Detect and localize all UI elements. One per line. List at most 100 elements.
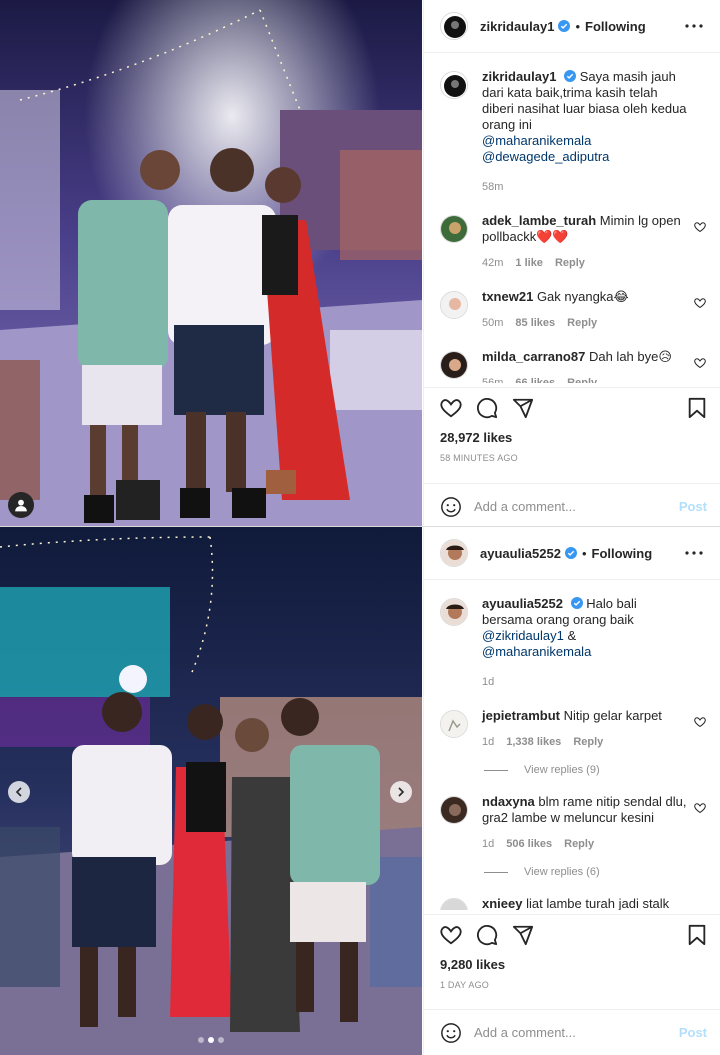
comment: adek_lambe_turah Mimin lg open pollbackk… (440, 213, 706, 271)
comment-body: txnew21 Gak nyangka😂 50m 85 likes Reply (482, 289, 706, 331)
like-comment-heart-icon[interactable] (694, 357, 706, 369)
reply-button[interactable]: Reply (567, 315, 597, 331)
save-bookmark-icon[interactable] (687, 924, 707, 946)
comment-username[interactable]: xnieey (482, 896, 522, 910)
reply-button[interactable]: Reply (573, 734, 603, 750)
add-comment-input[interactable] (474, 1025, 679, 1040)
caption-time[interactable]: 1d (482, 674, 494, 690)
avatar[interactable] (440, 710, 468, 738)
avatar[interactable] (440, 12, 468, 40)
post-2-photo[interactable] (0, 527, 422, 1055)
comment-likes[interactable]: 506 likes (506, 836, 552, 852)
like-comment-heart-icon[interactable] (694, 716, 706, 728)
comment-username[interactable]: ndaxyna (482, 794, 535, 809)
save-bookmark-icon[interactable] (687, 397, 707, 419)
comment-likes[interactable]: 66 likes (515, 375, 555, 383)
post-comment-button[interactable]: Post (679, 499, 707, 514)
comment-username[interactable]: jepietrambut (482, 708, 560, 723)
comment-text: Gak nyangka (536, 289, 614, 304)
view-replies-button[interactable]: View replies (6) (484, 866, 706, 878)
next-photo-button[interactable] (390, 781, 412, 803)
chevron-right-icon (398, 787, 405, 797)
comment-body: xnieey liat lambe turah jadi stalk (482, 896, 706, 910)
following-button[interactable]: Following (592, 546, 653, 561)
mention-link[interactable]: @maharanikemala (482, 133, 591, 148)
post-2: ayuaulia5252 • Following ayuaulia5252 Ha… (0, 527, 720, 1055)
avatar[interactable] (440, 598, 468, 626)
comment-icon[interactable] (476, 397, 498, 419)
post-header: ayuaulia5252 • Following (424, 527, 720, 580)
tagged-people-button[interactable] (8, 492, 34, 518)
comment-time[interactable]: 42m (482, 255, 503, 271)
add-comment-input[interactable] (474, 499, 679, 514)
comment-text: Nitip gelar karpet (563, 708, 662, 723)
comment-username[interactable]: milda_carrano87 (482, 349, 585, 364)
following-button[interactable]: Following (585, 19, 646, 34)
post-1-photo[interactable] (0, 0, 422, 526)
share-icon[interactable] (512, 397, 534, 419)
carousel-indicator (198, 1037, 224, 1043)
like-heart-icon[interactable] (440, 924, 462, 946)
comment-time[interactable]: 1d (482, 734, 494, 750)
post-comment-button[interactable]: Post (679, 1025, 707, 1040)
previous-photo-button[interactable] (8, 781, 30, 803)
view-replies-button[interactable]: View replies (9) (484, 764, 706, 776)
post-1: zikridaulay1 • Following zikridaulay1 Sa… (0, 0, 720, 527)
comment-time[interactable]: 56m (482, 375, 503, 383)
comment-likes[interactable]: 1 like (515, 255, 543, 271)
verified-badge-icon (558, 20, 571, 32)
avatar[interactable] (440, 71, 468, 99)
likes-count[interactable]: 9,280 likes (440, 957, 707, 972)
comment-time[interactable]: 1d (482, 836, 494, 852)
like-comment-heart-icon[interactable] (694, 802, 706, 814)
reply-button[interactable]: Reply (564, 836, 594, 852)
photo-night-terrace-four-people (0, 527, 422, 1055)
mention-link[interactable]: @maharanikemala (482, 644, 591, 659)
username-link[interactable]: ayuaulia5252 (480, 546, 561, 561)
caption-body: zikridaulay1 Saya masih jauh dari kata b… (482, 69, 706, 195)
more-options-button[interactable] (682, 541, 706, 565)
view-replies-label: View replies (6) (524, 866, 600, 878)
avatar[interactable] (440, 351, 468, 379)
emoji-icon[interactable] (440, 496, 462, 518)
share-icon[interactable] (512, 924, 534, 946)
comment-icon[interactable] (476, 924, 498, 946)
avatar[interactable] (440, 898, 468, 910)
comment-body: adek_lambe_turah Mimin lg open pollbackk… (482, 213, 706, 271)
likes-count[interactable]: 28,972 likes (440, 430, 707, 445)
emoji-icon[interactable] (440, 1022, 462, 1044)
avatar[interactable] (440, 215, 468, 243)
post-time[interactable]: 58 MINUTES AGO (440, 453, 707, 463)
view-replies-label: View replies (9) (524, 764, 600, 776)
reply-button[interactable]: Reply (555, 255, 585, 271)
comment-time[interactable]: 50m (482, 315, 503, 331)
username-link[interactable]: zikridaulay1 (480, 19, 554, 34)
like-heart-icon[interactable] (440, 397, 462, 419)
more-options-button[interactable] (682, 14, 706, 38)
comment-likes[interactable]: 1,338 likes (506, 734, 561, 750)
post-2-sidebar: ayuaulia5252 • Following ayuaulia5252 Ha… (423, 527, 720, 1055)
caption-username[interactable]: zikridaulay1 (482, 69, 556, 84)
like-comment-heart-icon[interactable] (694, 297, 706, 309)
mention-link[interactable]: @dewagede_adiputra (482, 149, 609, 164)
separator-dot: • (581, 545, 587, 561)
add-comment-bar: Post (424, 1009, 720, 1055)
avatar[interactable] (440, 539, 468, 567)
comment-username[interactable]: adek_lambe_turah (482, 213, 596, 228)
reply-button[interactable]: Reply (567, 375, 597, 383)
more-icon (685, 551, 703, 555)
caption-ampersand: & (567, 628, 577, 643)
caption-username[interactable]: ayuaulia5252 (482, 596, 563, 611)
post-time[interactable]: 1 DAY AGO (440, 980, 707, 990)
like-comment-heart-icon[interactable] (694, 221, 706, 233)
verified-badge-icon (564, 70, 577, 82)
avatar[interactable] (440, 291, 468, 319)
avatar[interactable] (440, 796, 468, 824)
comment-body: jepietrambut Nitip gelar karpet 1d 1,338 … (482, 708, 706, 750)
caption-time[interactable]: 58m (482, 179, 503, 195)
comment-likes[interactable]: 85 likes (515, 315, 555, 331)
comment-body: milda_carrano87 Dah lah bye😥 56m 66 likes… (482, 349, 706, 383)
comment: xnieey liat lambe turah jadi stalk (440, 896, 706, 910)
comment-username[interactable]: txnew21 (482, 289, 533, 304)
mention-link[interactable]: @zikridaulay1 (482, 628, 564, 643)
